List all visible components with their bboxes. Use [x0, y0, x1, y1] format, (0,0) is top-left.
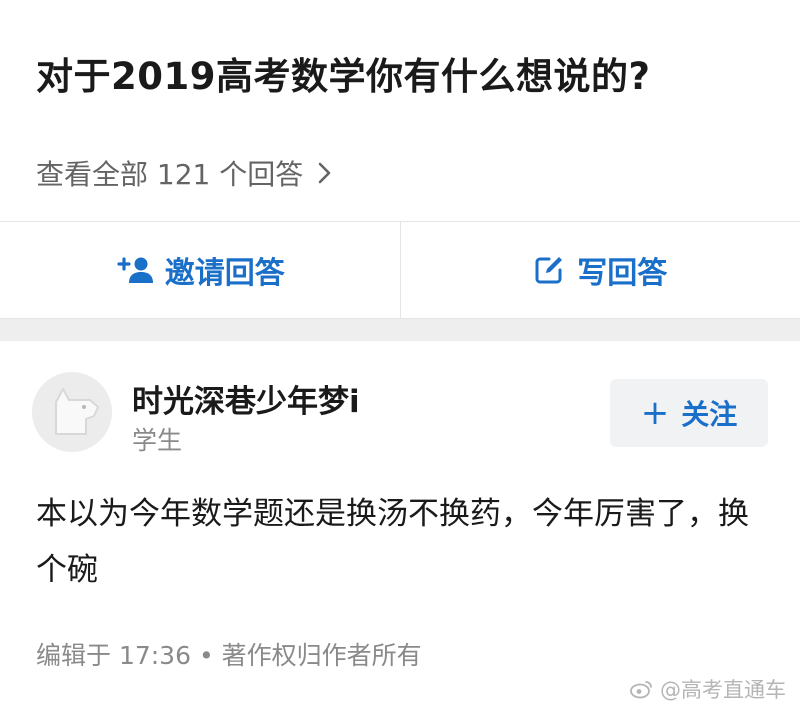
watermark-text: @高考直通车: [660, 678, 786, 702]
invite-answer-label: 邀请回答: [164, 256, 285, 291]
write-answer-label: 写回答: [577, 256, 668, 291]
default-avatar-icon: [32, 372, 112, 452]
follow-label: 关注: [681, 398, 738, 431]
write-answer-button[interactable]: 写回答: [401, 222, 800, 318]
avatar[interactable]: [32, 372, 112, 452]
watermark: @高考直通车: [630, 674, 786, 704]
author-headline: 学生: [132, 426, 183, 455]
chevron-right-icon: [318, 162, 331, 184]
action-bar: 邀请回答 写回答: [0, 222, 800, 318]
answer-content[interactable]: 本以为今年数学题还是换汤不换药，今年厉害了，换个碗: [36, 486, 766, 598]
section-gap: [0, 319, 800, 341]
follow-button[interactable]: + 关注: [610, 379, 768, 447]
author-name[interactable]: 时光深巷少年梦i: [132, 376, 360, 421]
plus-icon: +: [640, 393, 670, 433]
answer-meta: 编辑于 17:36 • 著作权归作者所有: [36, 641, 422, 670]
view-all-label: 查看全部 121 个回答: [36, 158, 304, 191]
invite-answer-button[interactable]: 邀请回答: [0, 222, 400, 318]
view-all-answers-link[interactable]: 查看全部 121 个回答: [36, 153, 333, 193]
question-title: 对于2019高考数学你有什么想说的?: [36, 55, 651, 98]
add-user-icon: [117, 257, 153, 283]
weibo-logo-icon: [630, 681, 652, 699]
edit-icon: [535, 257, 563, 284]
